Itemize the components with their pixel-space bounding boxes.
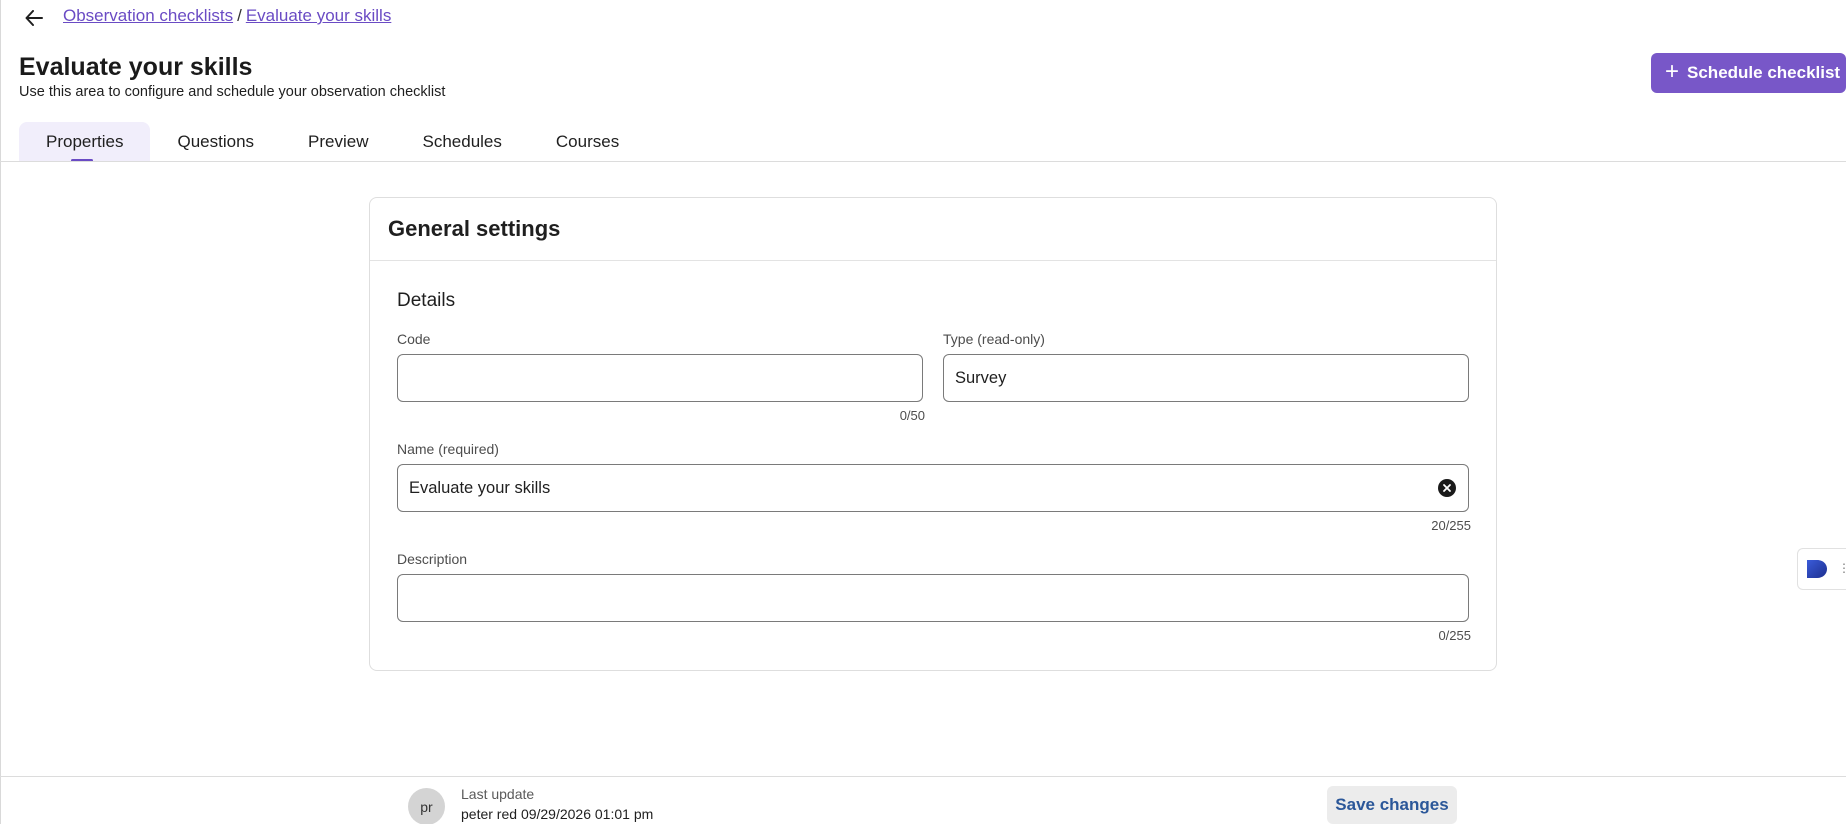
code-label: Code bbox=[397, 331, 431, 347]
drag-handle-icon[interactable]: ⋮ bbox=[1838, 561, 1846, 575]
page-title: Evaluate your skills bbox=[19, 53, 253, 81]
last-update-user: peter red bbox=[461, 806, 518, 822]
schedule-checklist-button[interactable]: + Schedule checklist bbox=[1651, 53, 1846, 93]
tab-schedules[interactable]: Schedules bbox=[396, 122, 529, 162]
breadcrumb-separator: / bbox=[237, 6, 242, 25]
breadcrumb-evaluate-your-skills[interactable]: Evaluate your skills bbox=[246, 6, 392, 25]
app-logo-icon bbox=[1807, 560, 1827, 578]
code-input[interactable] bbox=[397, 354, 923, 402]
description-counter: 0/255 bbox=[1438, 628, 1471, 643]
code-counter: 0/50 bbox=[899, 408, 925, 423]
arrow-left-icon bbox=[25, 10, 43, 26]
tab-properties[interactable]: Properties bbox=[19, 122, 151, 162]
last-update-time: 09/29/2026 01:01 pm bbox=[520, 806, 654, 822]
left-border bbox=[0, 0, 1, 824]
save-changes-button[interactable]: Save changes bbox=[1327, 786, 1457, 824]
type-label: Type (read-only) bbox=[943, 331, 1045, 347]
details-section-title: Details bbox=[397, 290, 456, 311]
tab-courses[interactable]: Courses bbox=[529, 122, 646, 162]
breadcrumb: Observation checklists / Evaluate your ski… bbox=[63, 5, 391, 27]
name-counter: 20/255 bbox=[1431, 518, 1471, 533]
tabs-divider bbox=[0, 161, 1846, 162]
description-input[interactable] bbox=[397, 574, 1469, 622]
avatar: pr bbox=[408, 788, 445, 824]
card-title: General settings bbox=[370, 198, 1496, 261]
name-label: Name (required) bbox=[397, 441, 499, 457]
name-input[interactable]: Evaluate your skills bbox=[397, 464, 1469, 512]
tab-bar: Properties Questions Preview Schedules C… bbox=[19, 122, 646, 162]
tab-preview[interactable]: Preview bbox=[281, 122, 395, 162]
side-widget[interactable]: ⋮ bbox=[1797, 548, 1846, 590]
close-icon bbox=[1443, 484, 1451, 492]
last-update-value: peter red 09/29/2026 01:01 pm bbox=[461, 806, 653, 822]
clear-icon[interactable] bbox=[1438, 479, 1456, 497]
name-input-value: Evaluate your skills bbox=[409, 478, 551, 497]
general-settings-card: General settings Details Code 0/50 Type … bbox=[369, 197, 1497, 671]
breadcrumb-observation-checklists[interactable]: Observation checklists bbox=[63, 6, 233, 25]
back-button[interactable] bbox=[20, 4, 48, 32]
schedule-checklist-label: Schedule checklist bbox=[1687, 63, 1841, 82]
last-update-label: Last update bbox=[461, 786, 535, 802]
plus-icon: + bbox=[1665, 58, 1680, 85]
footer-divider bbox=[0, 776, 1846, 777]
page-subtitle: Use this area to configure and schedule … bbox=[19, 84, 446, 100]
tab-questions[interactable]: Questions bbox=[150, 122, 281, 162]
description-label: Description bbox=[397, 551, 468, 567]
type-field: Survey bbox=[943, 354, 1469, 402]
